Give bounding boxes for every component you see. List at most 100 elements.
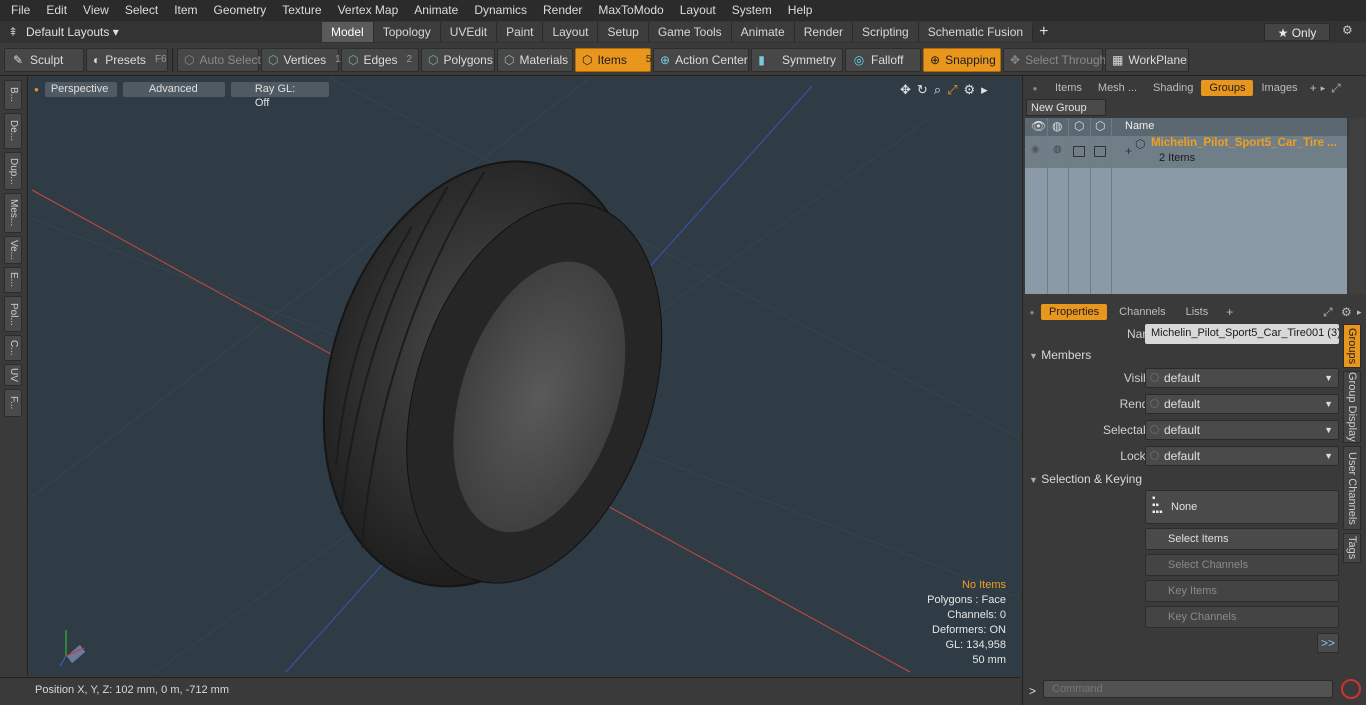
presets-button[interactable]: ◐ Presets F6 [86,47,168,72]
layout-tab-animate[interactable]: Animate [731,22,795,42]
selectable-dropdown[interactable]: default ▼ [1145,420,1339,440]
layout-tab-game-tools[interactable]: Game Tools [648,22,732,42]
menu-item-animate[interactable]: Animate [406,0,466,21]
layout-selector[interactable]: Default Layouts ▾ [26,25,322,39]
menu-item-vertex-map[interactable]: Vertex Map [330,0,407,21]
raygl-button[interactable]: Ray GL: Off [230,81,329,109]
select-through-button[interactable]: ✥ Select Through [1003,47,1106,72]
panel-menu-icon[interactable]: ▸ [1321,83,1326,94]
row-lock-checkbox[interactable] [1073,146,1085,157]
group-row[interactable]: ◉ ◍ + ⬡ Michelin_Pilot_Sport5_Car_Tire .… [1025,136,1347,168]
panel-tab-mesh[interactable]: Mesh ... [1090,80,1145,96]
menu-item-item[interactable]: Item [166,0,205,21]
row-select-checkbox[interactable] [1094,146,1106,157]
add-panel-tab-icon[interactable]: + [1310,81,1317,95]
select-items-button[interactable]: Select Items [1145,528,1339,550]
add-tab-icon[interactable]: + [1039,23,1048,41]
panel-tab-groups[interactable]: Groups [1201,80,1254,96]
none-button[interactable]: ▪ ▪▪ ▪▪▪ None [1145,490,1339,524]
menu-item-select[interactable]: Select [117,0,166,21]
side-tab-tags[interactable]: Tags [1343,533,1361,563]
left-tab-0[interactable]: B... [4,80,22,110]
expand-properties-icon[interactable]: ⤢ [1323,305,1333,320]
menu-item-layout[interactable]: Layout [672,0,724,21]
perspective-button[interactable]: Perspective [44,81,117,97]
selection-keying-section-header[interactable]: ▼ Selection & Keying [1029,472,1142,486]
left-tab-2[interactable]: Dup... [4,152,22,190]
properties-settings-icon[interactable]: ⚙ [1341,305,1352,319]
layout-tab-scripting[interactable]: Scripting [853,22,919,42]
view-menu-arrow-icon[interactable]: ▸ [981,82,988,98]
left-tab-6[interactable]: Pol... [4,296,22,332]
layout-icon[interactable]: ⇞ [0,25,26,39]
view-settings-icon[interactable]: ⚙ [964,82,976,98]
layout-tab-uvedit[interactable]: UVEdit [440,22,498,42]
visible-dropdown[interactable]: default ▼ [1145,368,1339,388]
menu-item-file[interactable]: File [3,0,38,21]
sculpt-button[interactable]: ✎ Sculpt [4,47,84,72]
left-tab-8[interactable]: UV [4,364,22,386]
properties-tab-properties[interactable]: Properties [1041,304,1108,320]
locked-dropdown[interactable]: default ▼ [1145,446,1339,466]
rotate-view-icon[interactable]: ↻ [917,82,928,98]
menu-item-dynamics[interactable]: Dynamics [466,0,535,21]
left-tab-7[interactable]: C... [4,335,22,361]
maximize-view-icon[interactable]: ⤢ [947,82,957,98]
workplane-button[interactable]: ▦ WorkPlane [1105,47,1189,72]
groups-scrollbar[interactable] [1349,118,1365,294]
properties-tab-lists[interactable]: Lists [1178,304,1217,320]
members-section-header[interactable]: ▼ Members [1029,348,1091,362]
key-channels-button[interactable]: Key Channels [1145,606,1339,628]
menu-item-texture[interactable]: Texture [274,0,329,21]
new-group-button[interactable]: New Group [1026,99,1106,116]
layout-tab-setup[interactable]: Setup [598,22,649,42]
edges-button[interactable]: ⬡ Edges 2 [341,47,419,72]
layout-tab-render[interactable]: Render [794,22,854,42]
menu-item-edit[interactable]: Edit [38,0,75,21]
expand-panel-icon[interactable]: ⤢ [1331,81,1341,96]
move-view-icon[interactable]: ✥ [900,82,911,98]
menu-item-view[interactable]: View [75,0,117,21]
key-items-button[interactable]: Key Items [1145,580,1339,602]
left-tab-5[interactable]: E... [4,267,22,293]
left-tab-3[interactable]: Mes... [4,193,22,233]
left-tab-4[interactable]: Ve... [4,236,22,264]
select-channels-button[interactable]: Select Channels [1145,554,1339,576]
items-button[interactable]: ⬡ Items 5 [575,47,651,72]
row-expand-icon[interactable]: + [1125,144,1132,158]
left-tab-9[interactable]: F... [4,389,22,417]
left-tab-1[interactable]: De... [4,113,22,149]
polygons-button[interactable]: ⬡ Polygons [421,47,495,72]
falloff-button[interactable]: ◎ Falloff [845,47,921,72]
properties-tab-channels[interactable]: Channels [1111,304,1173,320]
menu-item-help[interactable]: Help [780,0,821,21]
layout-tab-paint[interactable]: Paint [497,22,544,42]
layout-tab-schematic-fusion[interactable]: Schematic Fusion [918,22,1034,42]
layout-tab-layout[interactable]: Layout [543,22,599,42]
tire-model[interactable] [272,120,715,635]
render-dropdown[interactable]: default ▼ [1145,394,1339,414]
row-eye-icon[interactable]: ◉ [1031,144,1040,155]
menu-item-system[interactable]: System [724,0,780,21]
symmetry-button[interactable]: ▮ Symmetry [751,47,843,72]
zoom-view-icon[interactable]: ⌕ [934,82,941,98]
side-tab-group-display[interactable]: Group Display [1343,371,1361,443]
panel-tab-items[interactable]: Items [1047,80,1090,96]
3d-viewport[interactable]: ✥ ↻ ⌕ ⤢ ⚙ ▸ No Items Polygons : Face Cha… [30,78,1020,676]
snapping-button[interactable]: ⊕ Snapping [923,47,1001,72]
menu-item-maxtomodo[interactable]: MaxToModo [590,0,671,21]
panel-tab-shading[interactable]: Shading [1145,80,1201,96]
auto-select-button[interactable]: ⬡ Auto Select [177,47,261,72]
panel-tab-images[interactable]: Images [1253,80,1305,96]
action-center-button[interactable]: ⊕ Action Center [653,47,749,72]
side-tab-user-channels[interactable]: User Channels [1343,446,1361,530]
layout-tab-topology[interactable]: Topology [373,22,441,42]
only-toggle[interactable]: ★ Only [1264,23,1330,41]
record-icon[interactable] [1341,679,1361,699]
layout-tab-model[interactable]: Model [322,22,374,42]
name-field[interactable]: Michelin_Pilot_Sport5_Car_Tire001 (3) [1145,324,1339,344]
settings-icon[interactable]: ⚙ [1342,23,1353,37]
row-render-icon[interactable]: ◍ [1053,144,1062,155]
advanced-button[interactable]: Advanced [122,81,225,97]
more-button[interactable]: >> [1317,633,1339,653]
